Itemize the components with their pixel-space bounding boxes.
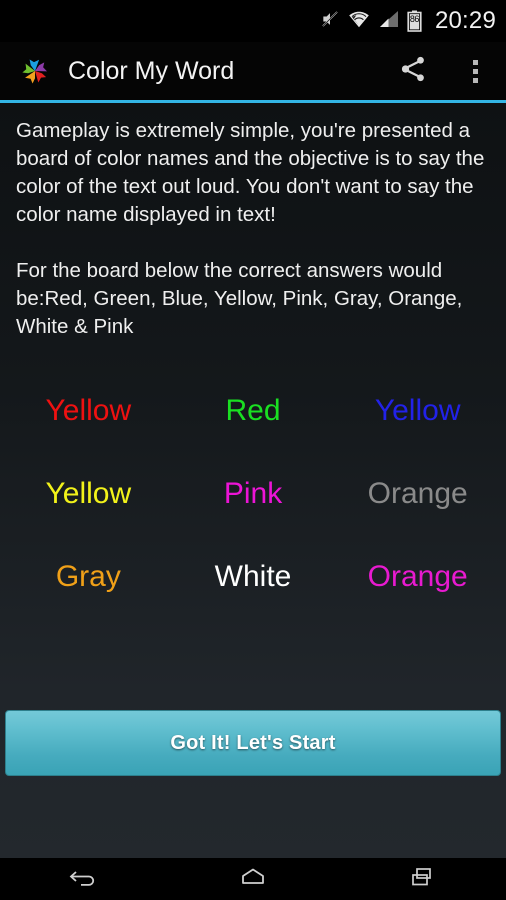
share-icon	[398, 54, 428, 89]
share-button[interactable]	[382, 42, 444, 100]
color-word-cell: Pink	[223, 476, 283, 510]
ringer-muted-icon	[320, 9, 340, 34]
start-button-container: Got It! Let's Start	[0, 710, 506, 776]
intro-paragraph-2: For the board below the correct answers …	[16, 259, 463, 338]
intro-text-block: Gameplay is extremely simple, you're pre…	[0, 103, 506, 341]
back-icon	[67, 865, 101, 894]
recent-apps-icon	[405, 865, 439, 894]
board-row: Yellow Red Yellow	[6, 369, 500, 452]
action-bar: Color My Word	[0, 42, 506, 100]
wifi-icon	[347, 9, 371, 34]
bottom-spacer	[0, 776, 506, 858]
intro-paragraph-1: Gameplay is extremely simple, you're pre…	[16, 119, 485, 226]
nav-home-button[interactable]	[203, 858, 303, 900]
color-word-cell: Yellow	[45, 393, 132, 427]
nav-back-button[interactable]	[34, 858, 134, 900]
page-title: Color My Word	[68, 56, 235, 85]
nav-recents-button[interactable]	[372, 858, 472, 900]
color-word-cell: Orange	[367, 476, 468, 510]
color-word-cell: White	[214, 559, 292, 593]
overflow-menu-icon	[472, 59, 478, 83]
cell-signal-icon	[378, 9, 400, 34]
color-word-cell: Gray	[55, 559, 121, 593]
main-content: Gameplay is extremely simple, you're pre…	[0, 103, 506, 858]
pinwheel-app-icon	[18, 54, 52, 88]
status-icon-group: 86 20:29	[320, 7, 496, 35]
color-word-cell: Red	[225, 393, 281, 427]
color-word-cell: Yellow	[374, 393, 461, 427]
status-clock: 20:29	[434, 7, 496, 34]
color-word-board: Yellow Red Yellow Yellow Pink Orange Gra…	[0, 369, 506, 618]
battery-level-label: 86	[409, 14, 420, 24]
overflow-menu-button[interactable]	[444, 42, 506, 100]
board-row: Gray White Orange	[6, 535, 500, 618]
color-word-cell: Yellow	[45, 476, 132, 510]
phone-screen: 86 20:29 Color My Word Gameplay is extre…	[0, 0, 506, 900]
board-row: Yellow Pink Orange	[6, 452, 500, 535]
start-button[interactable]: Got It! Let's Start	[5, 710, 501, 776]
navigation-bar	[0, 858, 506, 900]
color-word-cell: Orange	[367, 559, 468, 593]
home-icon	[236, 865, 270, 894]
battery-icon: 86	[407, 10, 422, 32]
status-bar: 86 20:29	[0, 0, 506, 42]
